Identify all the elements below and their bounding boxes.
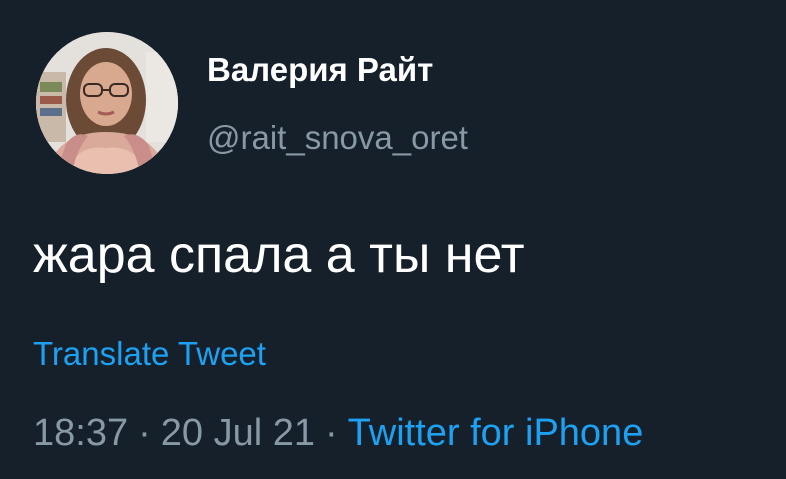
translate-tweet-link[interactable]: Translate Tweet: [33, 334, 266, 374]
tweet-date[interactable]: 20 Jul 21: [161, 412, 315, 454]
tweet-detail: Валерия Райт @rait_snova_oret жара спала…: [0, 0, 786, 479]
author-display-name[interactable]: Валерия Райт: [207, 50, 433, 90]
author-avatar[interactable]: [36, 32, 178, 174]
tweet-text: жара спала а ты нет: [33, 226, 525, 284]
author-handle[interactable]: @rait_snova_oret: [207, 118, 468, 158]
avatar-photo-icon: [36, 32, 178, 174]
tweet-source-link[interactable]: Twitter for iPhone: [348, 412, 644, 454]
meta-separator: ·: [138, 412, 151, 454]
tweet-time[interactable]: 18:37: [33, 412, 128, 454]
tweet-meta: 18:37 · 20 Jul 21 · Twitter for iPhone: [33, 410, 643, 456]
meta-separator: ·: [324, 412, 338, 454]
